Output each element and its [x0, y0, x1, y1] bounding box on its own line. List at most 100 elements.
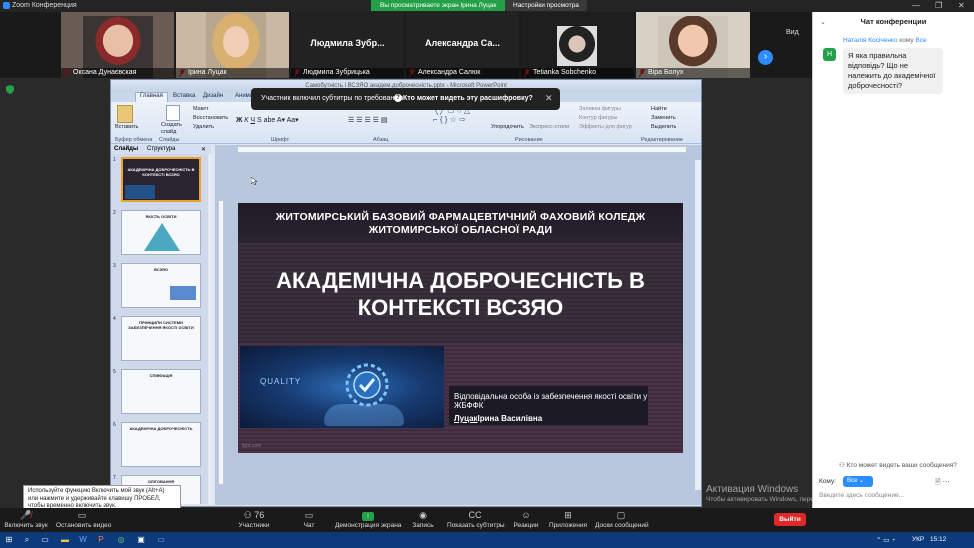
chat-button[interactable]: ▭ Чат: [300, 508, 318, 532]
quality-image: QUALITY: [240, 346, 444, 428]
who-can-see-transcript-link[interactable]: Кто может видеть эту расшифровку?: [403, 95, 533, 102]
paragraph-controls[interactable]: ☰ ☰ ☰ ☰ ▤: [348, 116, 428, 132]
captions-label: Показать субтитры: [447, 522, 505, 529]
delete-button[interactable]: Удалить: [193, 124, 214, 130]
close-banner-icon[interactable]: ✕: [545, 93, 553, 104]
create-slide-button[interactable]: Создать слайд: [161, 122, 187, 136]
thumbnail-title: ЯКІСТЬ ОСВІТИ: [145, 214, 177, 219]
reactions-icon: ☺: [521, 510, 531, 520]
tab-outline[interactable]: Структура: [147, 146, 175, 152]
participant-name: Tetianka Sobchenko: [521, 68, 634, 78]
slide-thumbnail[interactable]: СПІВФАЦІЯ: [121, 369, 201, 414]
arrange-button[interactable]: Упорядочить: [491, 124, 524, 130]
language-indicator[interactable]: УКР: [912, 536, 924, 543]
tab-slides[interactable]: Слайды: [114, 146, 138, 152]
participant-tile[interactable]: Людмила Зубр... Людмила Зубрицька: [291, 12, 404, 78]
editing-scrollbar[interactable]: [695, 160, 701, 490]
participant-tile[interactable]: Ірина Луцак: [176, 12, 289, 78]
slides-pane-scrollbar[interactable]: [208, 154, 213, 504]
tab-insert[interactable]: Вставка: [173, 93, 195, 99]
slide-thumbnail[interactable]: АКАДЕМІЧНА ДОБРОЧЕСНІСТЬ: [121, 422, 201, 467]
chrome-icon[interactable]: ◎: [116, 535, 126, 545]
slide-thumbnail[interactable]: ЯКІСТЬ ОСВІТИ: [121, 210, 201, 255]
font-format-controls[interactable]: Ж К Ч S abe A▾ Aa▾: [236, 116, 346, 132]
slide-thumbnail[interactable]: ПРИНЦИПИ СИСТЕМИ ЗАБЕЗПЕЧЕННЯ ЯКОСТІ ОСВ…: [121, 316, 201, 361]
more-options-icon[interactable]: ⋯: [943, 479, 950, 486]
app-icon[interactable]: ▣: [136, 535, 146, 545]
paste-button[interactable]: Вставить: [115, 124, 138, 130]
tab-home[interactable]: Главная: [135, 92, 168, 102]
group-font-label: Шрифт: [271, 137, 290, 143]
record-label: Запись: [412, 522, 434, 529]
tab-design[interactable]: Дизайн: [203, 93, 223, 99]
reactions-button[interactable]: ☺ Реакции: [513, 508, 539, 532]
slide-number: 6: [113, 422, 116, 428]
slide-number: 3: [113, 263, 116, 269]
word-icon[interactable]: W: [78, 535, 88, 545]
zoom-taskbar-icon[interactable]: ▭: [156, 535, 166, 545]
view-options-button[interactable]: Настройки просмотра: [505, 0, 587, 11]
gallery-next-button[interactable]: ›: [758, 50, 773, 65]
windows-start-icon[interactable]: ⊞: [4, 535, 14, 545]
who-can-see-messages[interactable]: ⚇ Кто может видеть ваши сообщения?: [839, 461, 957, 469]
zoom-logo-icon: [3, 2, 10, 9]
slide-number: 7: [113, 475, 116, 481]
close-pane-icon[interactable]: ✕: [201, 146, 206, 153]
record-icon: ◉: [419, 510, 427, 520]
slide-number: 5: [113, 369, 116, 375]
captions-icon: CC: [468, 510, 482, 520]
apps-button[interactable]: ⊞ Приложения: [549, 508, 587, 532]
file-icon[interactable]: 🗎: [935, 479, 941, 486]
video-gallery-strip: Оксана Дунаєвская Ірина Луцак Людмила Зу…: [0, 12, 812, 78]
paste-icon[interactable]: [117, 105, 133, 123]
question-icon: ?: [394, 94, 402, 102]
responsible-person-name: ЛуцакІрина Василівна: [454, 414, 542, 423]
message-sender[interactable]: Наталія Косіченко: [843, 37, 897, 44]
app-title: Zoom Конференция: [12, 2, 77, 9]
select-button[interactable]: Выделить: [651, 124, 676, 130]
participant-name: Віра Болух: [636, 68, 750, 78]
participant-tile[interactable]: Оксана Дунаєвская: [61, 12, 174, 78]
participant-tile[interactable]: Віра Болух: [636, 12, 750, 78]
unmute-button[interactable]: 🎤̸ Включить звук: [4, 508, 48, 532]
participant-tile[interactable]: Александра Са... Александра Салюк: [406, 12, 519, 78]
maximize-icon[interactable]: ❐: [935, 1, 942, 10]
reset-button[interactable]: Восстановить: [193, 115, 228, 121]
thumbnail-image: [125, 185, 155, 199]
close-icon[interactable]: ✕: [958, 1, 965, 10]
task-view-icon[interactable]: ▭: [40, 535, 50, 545]
slide-thumbnail[interactable]: ВСЗЯО: [121, 263, 201, 308]
shape-effects-button[interactable]: Эффекты для фигур: [579, 124, 632, 130]
view-button[interactable]: Вид: [786, 29, 799, 36]
minimize-icon[interactable]: —: [912, 1, 920, 10]
show-captions-button[interactable]: CC Показать субтитры: [447, 508, 505, 532]
participant-tile[interactable]: Tetianka Sobchenko: [521, 12, 634, 78]
shape-fill-button[interactable]: Заливка фигуры: [579, 106, 621, 112]
subtitles-notice-text: Участник включил субтитры по требованию: [261, 95, 404, 102]
whiteboards-button[interactable]: ▢ Доски сообщений: [595, 508, 649, 532]
slide-thumbnail[interactable]: АКАДЕМІЧНА ДОБРОЧЕСНІСТЬ В КОНТЕКСТІ ВСЗ…: [121, 157, 201, 202]
file-explorer-icon[interactable]: ▬: [60, 535, 70, 545]
activation-subtext: Чтобы активировать Windows, перейдите в …: [706, 496, 903, 503]
record-button[interactable]: ◉ Запись: [411, 508, 435, 532]
layout-button[interactable]: Макет: [193, 106, 209, 112]
group-drawing-label: Рисование: [515, 137, 543, 143]
clock[interactable]: 15:12: [930, 536, 946, 543]
participants-button[interactable]: ⚇ 76 Участники: [238, 508, 270, 532]
apps-label: Приложения: [549, 522, 588, 529]
thumbnail-title: АКАДЕМІЧНА ДОБРОЧЕСНІСТЬ В КОНТЕКСТІ ВСЗ…: [127, 167, 195, 177]
who-can-see-messages-text: Кто может видеть ваши сообщения?: [846, 462, 957, 469]
stop-video-button[interactable]: ▭ Остановить видео: [56, 508, 111, 532]
horizontal-ruler: [237, 146, 687, 153]
replace-button[interactable]: Заменить: [651, 115, 676, 121]
new-slide-icon[interactable]: [166, 105, 180, 121]
shape-outline-button[interactable]: Контур фигуры: [579, 115, 617, 121]
message-header: Наталія Косіченко кому Все: [843, 37, 927, 44]
quick-styles-button[interactable]: Экспресс-стили: [529, 124, 569, 130]
search-icon[interactable]: ⌕: [22, 535, 32, 545]
find-button[interactable]: Найти: [651, 106, 667, 112]
leave-button[interactable]: Выйти: [774, 513, 806, 526]
powerpoint-icon[interactable]: P: [96, 535, 106, 545]
thumbnail-title: ОЛІГОВАННЯ: [147, 479, 175, 484]
share-screen-button[interactable]: ↑ Демонстрация экрана: [335, 508, 401, 532]
